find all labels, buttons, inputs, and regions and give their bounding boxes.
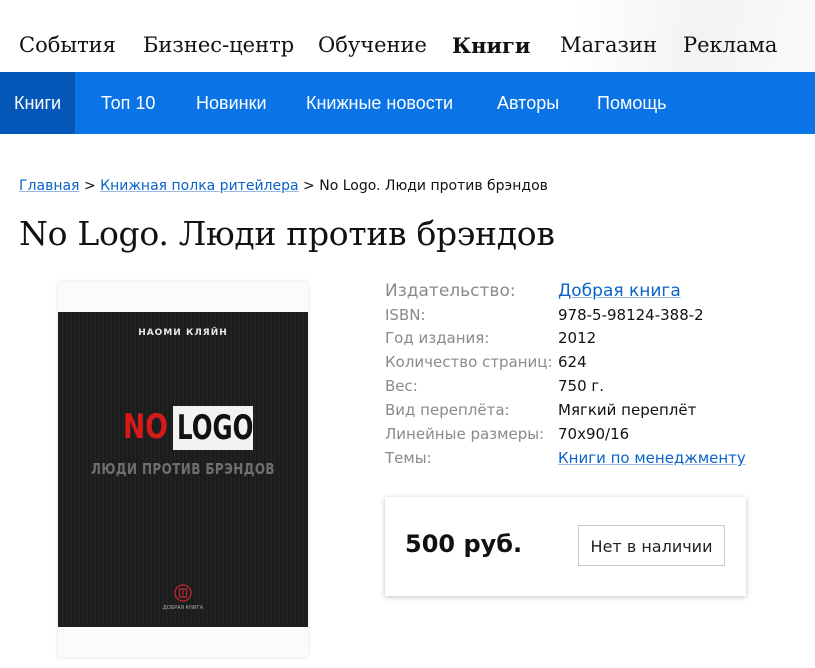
cover-title-logo: LOGO [177, 408, 254, 448]
isbn-value: 978-5-98124-388-2 [558, 306, 704, 324]
top-nav-advertising[interactable]: Реклама [683, 33, 777, 57]
breadcrumb-current: No Logo. Люди против брэндов [319, 178, 548, 194]
topics-link[interactable]: Книги по менеджменту [558, 449, 746, 467]
sub-nav-new-releases[interactable]: Новинки [196, 72, 267, 134]
sub-nav-help[interactable]: Помощь [597, 72, 667, 134]
breadcrumb-separator: > [303, 178, 315, 194]
publisher-label: Издательство: [385, 281, 516, 301]
out-of-stock-button[interactable]: Нет в наличии [578, 525, 725, 566]
price: 500 руб. [405, 530, 523, 558]
year-value: 2012 [558, 329, 597, 347]
cover-author: НАОМИ КЛЯЙН [138, 328, 228, 338]
binding-label: Вид переплёта: [385, 401, 510, 419]
breadcrumb-section-link[interactable]: Книжная полка ритейлера [100, 178, 298, 194]
cover-title-no: NO [123, 407, 168, 447]
top-nav-business-center[interactable]: Бизнес-центр [143, 33, 294, 57]
top-nav-education[interactable]: Обучение [318, 33, 427, 57]
sub-nav-authors[interactable]: Авторы [497, 72, 559, 134]
top-nav-books[interactable]: Книги [452, 33, 531, 58]
sub-nav-books[interactable]: Книги [0, 72, 76, 134]
cover-publisher-mark: ДОБРАЯ КНИГА [162, 605, 204, 611]
topics-label: Темы: [385, 449, 432, 467]
breadcrumb: Главная > Книжная полка ритейлера > No L… [19, 178, 548, 194]
weight-value: 750 г. [558, 377, 605, 395]
topics-value: Книги по менеджменту [558, 449, 746, 467]
publisher-value: Добрая книга [558, 281, 681, 301]
pages-value: 624 [558, 353, 587, 371]
size-label: Линейные размеры: [385, 425, 545, 443]
top-navigation: События Бизнес-центр Обучение Книги Мага… [0, 0, 815, 72]
breadcrumb-home-link[interactable]: Главная [19, 178, 79, 194]
purchase-box: 500 руб. Нет в наличии [385, 497, 746, 596]
publisher-link[interactable]: Добрая книга [558, 281, 681, 301]
sub-nav-book-news[interactable]: Книжные новости [306, 72, 453, 134]
year-label: Год издания: [385, 329, 490, 347]
cover-subtitle: ЛЮДИ ПРОТИВ БРЭНДОВ [91, 460, 275, 478]
publisher-emblem-icon [174, 584, 192, 602]
pages-label: Количество страниц: [385, 353, 553, 371]
top-nav-shop[interactable]: Магазин [560, 33, 657, 57]
sub-navigation: Книги Топ 10 Новинки Книжные новости Авт… [0, 72, 815, 134]
breadcrumb-separator: > [83, 178, 96, 194]
weight-label: Вес: [385, 377, 418, 395]
binding-value: Мягкий переплёт [558, 401, 697, 419]
page-title: No Logo. Люди против брэндов [19, 214, 555, 253]
size-value: 70x90/16 [558, 425, 630, 443]
book-cover: НАОМИ КЛЯЙН NO LOGO ЛЮДИ ПРОТИВ БРЭНДОВ … [58, 312, 308, 627]
book-cover-image: НАОМИ КЛЯЙН NO LOGO ЛЮДИ ПРОТИВ БРЭНДОВ … [58, 282, 308, 657]
top-nav-events[interactable]: События [19, 33, 116, 57]
sub-nav-top10[interactable]: Топ 10 [101, 72, 155, 134]
isbn-label: ISBN: [385, 306, 426, 324]
